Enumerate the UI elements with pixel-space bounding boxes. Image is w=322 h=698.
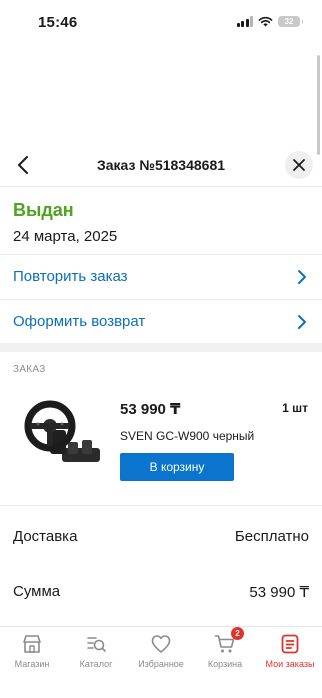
order-status-block: Выдан 24 марта, 2025 [13, 200, 117, 245]
status-icons: 32 [236, 16, 303, 27]
product-price: 53 990 ₸ [120, 401, 181, 418]
tab-label: Корзина [207, 659, 243, 669]
add-to-cart-button[interactable]: В корзину [120, 453, 234, 481]
total-label: Сумма [13, 583, 61, 600]
tab-label: Избранное [138, 659, 184, 669]
chevron-right-icon [298, 315, 306, 329]
tab-shop[interactable]: Магазин [0, 633, 64, 673]
nav-header: Заказ №518348681 [0, 143, 322, 187]
shop-icon [23, 635, 41, 653]
delivery-row: Доставка Бесплатно [0, 522, 322, 552]
close-button[interactable] [285, 151, 313, 179]
tab-favorites[interactable]: Избранное [129, 633, 193, 673]
wifi-icon [258, 16, 273, 27]
heart-icon [151, 635, 171, 653]
steering-wheel-product-image[interactable] [22, 398, 104, 470]
close-icon [293, 159, 305, 171]
tab-label: Магазин [14, 659, 50, 669]
tab-bar: Магазин Каталог Избранное 2 Корзина Мои … [0, 626, 322, 698]
chevron-right-icon [298, 270, 306, 284]
tab-catalog[interactable]: Каталог [64, 633, 128, 673]
product-name[interactable]: SVEN GC-W900 черный [120, 429, 254, 443]
tab-label: Мои заказы [265, 659, 315, 669]
tab-label: Каталог [79, 659, 113, 669]
return-order-row[interactable]: Оформить возврат [0, 299, 322, 343]
total-row: Сумма 53 990 ₸ [0, 577, 322, 607]
cart-icon-wrap: 2 [214, 627, 244, 655]
return-order-label: Оформить возврат [13, 313, 146, 330]
delivery-value: Бесплатно [234, 528, 309, 545]
delivery-label: Доставка [13, 528, 78, 545]
status-bar: 15:46 32 [0, 0, 322, 46]
section-separator [0, 343, 322, 352]
battery-icon: 32 [278, 16, 303, 27]
tab-my-orders[interactable]: Мои заказы [258, 633, 322, 673]
summary-divider [0, 505, 322, 506]
scroll-indicator[interactable] [317, 55, 320, 155]
cellular-signal-icon [236, 16, 253, 27]
repeat-order-row[interactable]: Повторить заказ [0, 254, 322, 298]
section-label: ЗАКАЗ [13, 364, 46, 375]
catalog-search-icon [87, 637, 106, 652]
tab-cart[interactable]: 2 Корзина [193, 627, 257, 673]
repeat-order-label: Повторить заказ [13, 268, 128, 285]
battery-level: 32 [284, 17, 294, 26]
product-quantity: 1 шт [282, 401, 308, 415]
order-date: 24 марта, 2025 [13, 228, 118, 245]
orders-icon [281, 634, 299, 654]
status-time: 15:46 [38, 14, 78, 31]
order-status: Выдан [13, 200, 74, 220]
cart-count-badge: 2 [231, 627, 244, 640]
page-title: Заказ №518348681 [96, 157, 226, 173]
total-value: 53 990 ₸ [249, 584, 309, 601]
